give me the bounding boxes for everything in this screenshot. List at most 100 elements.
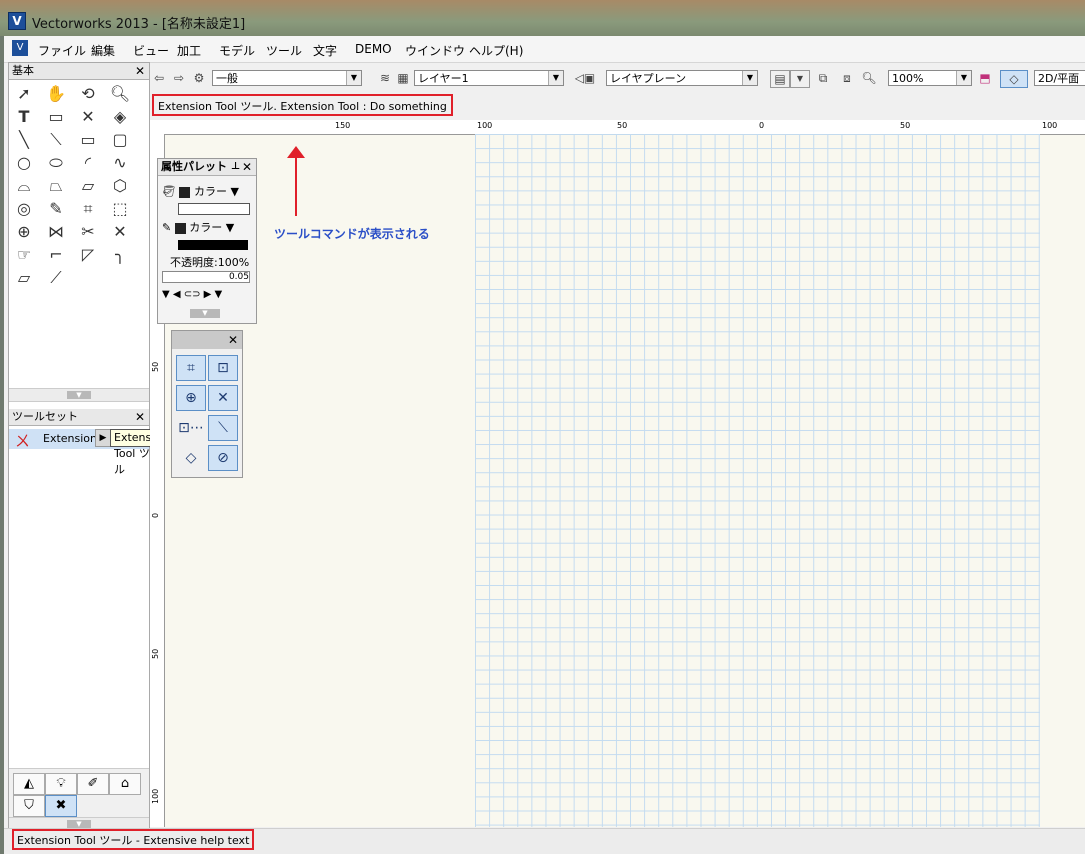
layer-options-icon[interactable]: ▦ (394, 70, 412, 86)
back-arrow-icon[interactable]: ⇦ (150, 70, 168, 86)
fit-to-page-icon[interactable]: ⧈ (838, 70, 856, 86)
chevron-down-icon[interactable]: ▼ (742, 71, 757, 85)
close-icon[interactable]: ✕ (135, 409, 145, 425)
document-icon[interactable]: V (12, 40, 28, 56)
selection-tool-icon[interactable]: ➚ (11, 83, 37, 105)
menu-help[interactable]: ヘルプ(H) (469, 42, 523, 59)
clip-cube-tool-icon[interactable]: ⌗ (75, 198, 101, 220)
pan-tool-icon[interactable]: ✋ (43, 83, 69, 105)
double-line-polygon-tool-icon[interactable]: ⏥ (75, 175, 101, 197)
close-icon[interactable]: ✕ (135, 63, 145, 79)
close-icon[interactable]: ✕ (242, 159, 252, 175)
rounded-rectangle-tool-icon[interactable]: ▢ (107, 129, 133, 151)
magnifier-icon[interactable]: 🔍︎ (860, 70, 878, 86)
eraser-tool-icon[interactable]: ▱ (11, 267, 37, 289)
text-tool-icon[interactable]: T (11, 106, 37, 128)
menu-file[interactable]: ファイル (38, 42, 86, 59)
mirror-tool-icon[interactable]: ⋈ (43, 221, 69, 243)
smart-edge-icon[interactable]: ⟍ (208, 415, 238, 441)
regular-polygon-tool-icon[interactable]: ⬡ (107, 175, 133, 197)
zoom-tool-icon[interactable]: 🔍︎ (107, 83, 133, 105)
snap-to-object-icon[interactable]: ⊡ (208, 355, 238, 381)
drawing-area[interactable]: 150 100 50 0 50 100 50 0 50 100 ツールコマンドが… (150, 120, 1085, 827)
basic-palette-expander[interactable]: ▼ (9, 388, 149, 402)
forward-arrow-icon[interactable]: ⇨ (170, 70, 188, 86)
attribute-mapping-tool-icon[interactable]: ⬚ (107, 198, 133, 220)
menu-demo[interactable]: DEMO (355, 42, 392, 56)
eyedropper-tool-icon[interactable]: ✎ (43, 198, 69, 220)
top-plan-view-icon[interactable]: ◇ (1000, 70, 1028, 88)
chevron-down-icon[interactable]: ▼ (226, 221, 234, 234)
tab-extension-icon[interactable]: ✖ (45, 795, 77, 817)
double-line-tool-icon[interactable]: ⟍ (43, 129, 69, 151)
line-tool-icon[interactable]: ╲ (11, 129, 37, 151)
pin-icon[interactable]: ⊥ (231, 159, 240, 175)
zoom-select[interactable]: 100% ▼ (888, 70, 972, 86)
tab-site-planning-icon[interactable]: ⛉ (13, 795, 45, 817)
circle-tool-icon[interactable]: ○ (11, 152, 37, 174)
tangent-icon[interactable]: ◇ (176, 445, 206, 471)
plane-options-icon[interactable]: ◁▣ (570, 70, 600, 86)
menu-view[interactable]: ビュー (133, 42, 169, 59)
plane-select[interactable]: レイヤプレーン ▼ (606, 70, 758, 86)
working-plane-icon[interactable]: ⬒ (976, 70, 994, 86)
menu-text[interactable]: 文字 (313, 42, 337, 59)
close-icon[interactable]: ✕ (228, 333, 238, 347)
pen-row[interactable]: ✎ カラー ▼ (162, 219, 234, 235)
view-options-icon[interactable]: ▤ (770, 70, 790, 88)
vectorworks-app-icon[interactable]: V (8, 12, 26, 30)
chevron-down-icon[interactable]: ▼ (548, 71, 563, 85)
menu-modify[interactable]: 加工 (177, 42, 201, 59)
chevron-down-icon[interactable]: ▼ (956, 71, 971, 85)
layer-stack-icon[interactable]: ≋ (376, 70, 394, 86)
chevron-down-icon[interactable]: ▼ (67, 391, 91, 399)
smart-points-icon[interactable]: ⊡⋯ (176, 415, 206, 441)
callout-tool-icon[interactable]: ▭ (43, 106, 69, 128)
chevron-down-icon[interactable]: ▼ (790, 70, 810, 88)
3d-locus-tool-icon[interactable]: ◈ (107, 106, 133, 128)
tab-lights-icon[interactable]: 💡︎ (45, 773, 77, 795)
spiral-tool-icon[interactable]: ◎ (11, 198, 37, 220)
chevron-down-icon[interactable]: ▼ (190, 309, 220, 318)
menu-window[interactable]: ウインドウ (405, 42, 465, 59)
rotate-tool-icon[interactable]: ⊕ (11, 221, 37, 243)
split-tool-icon[interactable]: ✂ (75, 221, 101, 243)
chevron-down-icon[interactable]: ▼ (67, 820, 91, 828)
polyline-tool-icon[interactable]: ⌓ (11, 175, 37, 197)
reshape-tool-icon[interactable]: ☞ (11, 244, 37, 266)
arrowhead-controls[interactable]: ▼ ◀ ⊂⊃ ▶ ▼ (162, 289, 222, 300)
chevron-down-icon[interactable]: ▼ (346, 71, 361, 85)
trim-tool-icon[interactable]: ✕ (107, 221, 133, 243)
opacity-label[interactable]: 不透明度:100% (170, 254, 249, 270)
snap-to-grid-icon[interactable]: ⌗ (176, 355, 206, 381)
layer-select[interactable]: レイヤー1 ▼ (414, 70, 564, 86)
chevron-down-icon[interactable]: ▼ (230, 185, 238, 198)
view-select[interactable]: 2D/平面 (1034, 70, 1085, 86)
arc-tool-icon[interactable]: ◜ (75, 152, 101, 174)
flyover-tool-icon[interactable]: ⟲ (75, 83, 101, 105)
snap-to-intersection-icon[interactable]: ✕ (208, 385, 238, 411)
tab-visualization-icon[interactable]: ◭ (13, 773, 45, 795)
fit-to-objects-icon[interactable]: ⧉ (814, 70, 832, 86)
oval-tool-icon[interactable]: ⬭ (43, 152, 69, 174)
locus-tool-icon[interactable]: ✕ (75, 106, 101, 128)
chamfer-tool-icon[interactable]: ◸ (75, 244, 101, 266)
connect-combine-tool-icon[interactable]: ⌐ (43, 244, 69, 266)
dimension-tool-icon[interactable]: ⟋ (43, 267, 69, 289)
fillet-tool-icon[interactable]: ╮ (107, 244, 133, 266)
menu-tool[interactable]: ツール (266, 42, 302, 59)
menu-edit[interactable]: 編集 (91, 42, 115, 59)
menu-model[interactable]: モデル (219, 42, 255, 59)
line-weight-field[interactable]: 0.05 (162, 271, 250, 283)
snap-to-angle-icon[interactable]: ⊕ (176, 385, 206, 411)
paint-bucket-icon: 🪣︎ (162, 185, 176, 198)
fill-row[interactable]: 🪣︎ カラー ▼ (162, 183, 239, 199)
tab-dims-notes-icon[interactable]: ✐ (77, 773, 109, 795)
snap-to-distance-icon[interactable]: ⊘ (208, 445, 238, 471)
rectangle-tool-icon[interactable]: ▭ (75, 129, 101, 151)
class-select[interactable]: 一般 ▼ (212, 70, 362, 86)
polygon-tool-icon[interactable]: ⏢ (43, 175, 69, 197)
tab-building-shell-icon[interactable]: ⌂ (109, 773, 141, 795)
class-icon[interactable]: ⚙ (190, 70, 208, 86)
freehand-tool-icon[interactable]: ∿ (107, 152, 133, 174)
